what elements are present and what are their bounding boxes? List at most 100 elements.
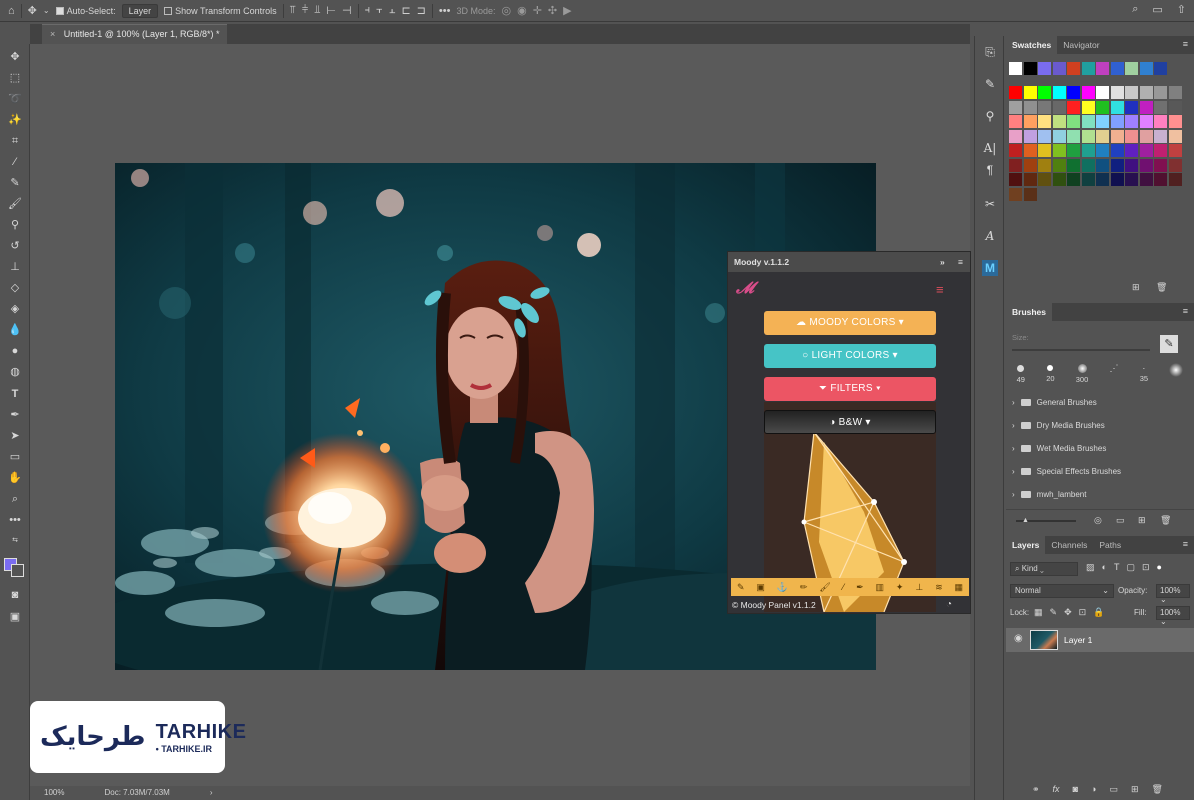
tools-icon[interactable]: ✂ [982,196,998,212]
hamburger-menu-icon[interactable]: ≡ [936,282,944,297]
new-layer-icon[interactable]: ⊞ [1131,784,1139,795]
close-icon[interactable]: × [50,29,55,39]
character-icon[interactable]: A| [982,140,998,156]
screen-mode-icon[interactable]: ▣ [8,610,22,624]
fx-icon[interactable]: fx [1053,784,1060,795]
moody-extension-icon[interactable]: M [982,260,998,276]
color-swatch[interactable] [1038,173,1051,186]
pen-tool-icon[interactable]: ✒ [8,408,22,422]
color-swatch[interactable] [1009,187,1022,201]
tab-swatches[interactable]: Swatches [1006,36,1058,54]
color-swatch[interactable] [1125,173,1138,186]
color-swatch[interactable] [1096,158,1109,172]
color-swatch[interactable] [1081,173,1095,186]
color-swatch[interactable] [1067,144,1080,157]
color-swatch[interactable] [1038,158,1051,172]
home-icon[interactable]: ⌂ [8,5,15,17]
path-selection-tool-icon[interactable]: ➤ [8,429,22,443]
eyedropper-tool-icon[interactable]: ⁄ [8,155,22,169]
color-swatch[interactable] [1154,62,1167,75]
dodge-tool-icon[interactable]: ● [8,344,22,358]
trash-icon[interactable]: 🗑 [1156,282,1167,293]
lock-artboard-icon[interactable]: ⊡ [1079,607,1087,618]
brush-preset[interactable]: ⋰ [1110,361,1119,389]
color-swatch[interactable] [1110,144,1124,157]
share-icon[interactable]: ⇧ [1177,3,1186,16]
brush-settings-icon[interactable]: ✎ [1160,335,1178,353]
dropper-icon[interactable]: ⁄ [843,582,845,592]
color-swatch[interactable] [1168,129,1182,143]
history-icon[interactable]: ⎘ [982,44,998,60]
color-swatch[interactable] [1110,129,1124,143]
orbit-icon[interactable]: ◎ [501,4,511,17]
stamp-icon[interactable]: ⊥ [915,582,923,593]
color-swatch[interactable] [1023,62,1037,75]
workspace-icon[interactable]: ▭ [1152,3,1162,16]
group-icon[interactable]: ▭ [1109,784,1118,795]
anchor-icon[interactable]: ⚓ [777,582,788,593]
color-swatch[interactable] [1067,100,1080,114]
color-swatch[interactable] [1067,115,1080,128]
pencil-icon[interactable]: ✏ [800,582,808,593]
trash-icon[interactable]: 🗑 [1152,784,1163,795]
mask-icon[interactable]: ◙ [1073,784,1078,795]
zoom-level[interactable]: 100% [44,788,64,798]
search-icon[interactable]: ⌕ [1132,3,1138,16]
color-swatch[interactable] [1125,144,1138,157]
filters-button[interactable]: ⏷ FILTERS ▾ [764,377,936,401]
layer-row[interactable]: ◉ Layer 1 [1006,628,1194,652]
color-swatch[interactable] [1081,86,1095,99]
align-middle-icon[interactable]: ⫩ [302,4,308,17]
color-swatch[interactable] [1038,115,1051,128]
lock-pixels-icon[interactable]: ✎ [1050,607,1058,618]
brush-preset[interactable]: 49 [1017,361,1025,389]
hand-tool-icon[interactable]: ✋ [8,471,22,485]
tab-brushes[interactable]: Brushes [1006,303,1053,321]
tab-paths[interactable]: Paths [1093,536,1127,554]
distribute-bottom-icon[interactable]: ⫠ [389,4,396,17]
filter-kind-dropdown[interactable]: ⌕ Kind ⌄ [1010,562,1078,576]
doc-size[interactable]: Doc: 7.03M/7.03M [104,788,169,798]
slider-thumb-icon[interactable]: ▲ [1022,517,1029,524]
bw-button[interactable]: ◑ B&W ▾ [764,410,936,434]
color-swatch[interactable] [1009,144,1022,157]
clone-stamp-tool-icon[interactable]: ⚲ [8,218,22,232]
brush-icon[interactable]: 🖌 [819,582,830,593]
color-swatch[interactable] [1154,173,1167,186]
marquee-tool-icon[interactable]: ⬚ [8,71,22,85]
zoom-tool-icon[interactable]: ⌕ [8,492,22,506]
color-swatch[interactable] [1125,115,1138,128]
align-left-icon[interactable]: ⊢ [326,4,336,17]
color-swatch[interactable] [1168,100,1182,114]
align-bottom-icon[interactable]: ⫫ [314,4,320,17]
align-center-icon[interactable]: ⊣ [342,4,352,17]
color-swatch[interactable] [1052,129,1066,143]
type-tool-icon[interactable]: T [8,387,22,401]
color-swatch[interactable] [1139,62,1153,75]
opacity-input[interactable]: 100% ⌄ [1156,584,1190,604]
color-swatch[interactable] [1052,62,1066,75]
color-swatch[interactable] [1096,86,1109,99]
wave-icon[interactable]: ≋ [935,582,943,593]
color-swatch[interactable] [1038,144,1051,157]
color-swatch[interactable] [1081,129,1095,143]
tab-layers[interactable]: Layers [1006,536,1046,554]
eraser-tool-icon[interactable]: ◇ [8,281,22,295]
shape-filter-icon[interactable]: ▢ [1126,562,1135,573]
light-colors-button[interactable]: ○ LIGHT COLORS ▾ [764,344,936,368]
new-swatch-icon[interactable]: ⊞ [1132,282,1140,293]
pan-3d-icon[interactable]: ✛ [533,4,542,17]
color-swatch[interactable] [1139,115,1153,128]
chevron-down-icon[interactable]: ⌄ [43,6,50,15]
lock-position-icon[interactable]: ✥ [1064,607,1072,618]
color-swatch[interactable] [1067,62,1080,75]
color-swatch[interactable] [1081,144,1095,157]
more-tools-icon[interactable]: ••• [8,513,22,527]
visibility-icon[interactable]: ◎ [1094,515,1102,526]
panel-menu-icon[interactable]: ≡ [1183,39,1188,49]
rectangle-tool-icon[interactable]: ▭ [8,450,22,464]
smart-filter-icon[interactable]: ⊡ [1142,562,1150,573]
fill-input[interactable]: 100% ⌄ [1156,606,1190,626]
color-swatch[interactable] [1067,158,1080,172]
auto-select-dropdown[interactable]: Layer [121,3,159,18]
